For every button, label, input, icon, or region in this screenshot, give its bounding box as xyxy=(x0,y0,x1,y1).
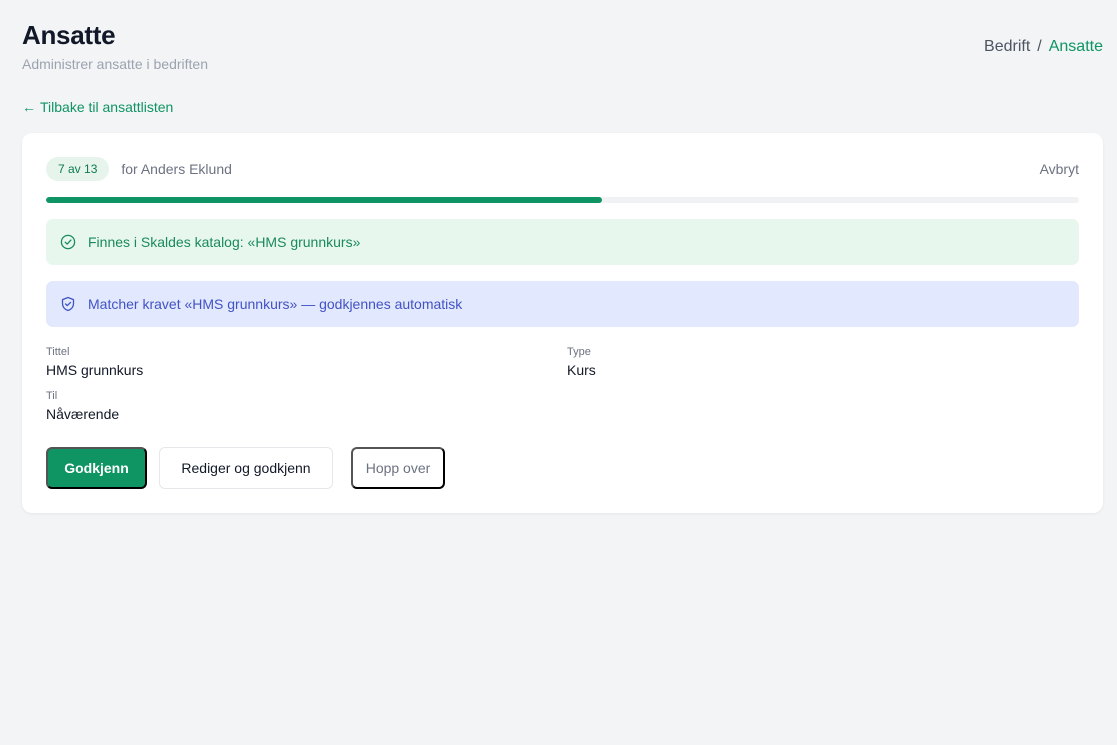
page-header: Ansatte Administrer ansatte i bedriften xyxy=(22,20,208,73)
shield-check-icon xyxy=(61,296,75,312)
field-to: Til Nåværende xyxy=(46,389,119,423)
catalog-match-alert: Finnes i Skaldes katalog: «HMS grunnkurs… xyxy=(46,219,1079,265)
requirement-match-text: Matcher kravet «HMS grunnkurs» — godkjen… xyxy=(88,296,463,312)
catalog-match-text: Finnes i Skaldes katalog: «HMS grunnkurs… xyxy=(88,234,361,250)
field-type-value: Kurs xyxy=(567,362,596,378)
arrow-left-icon: ← xyxy=(22,99,36,115)
step-row: 7 av 13 for Anders Eklund Avbryt xyxy=(46,157,1079,181)
page: Ansatte Administrer ansatte i bedriften … xyxy=(0,0,1117,745)
field-to-value: Nåværende xyxy=(46,406,120,422)
field-title-label: Tittel xyxy=(46,346,70,358)
edit-and-approve-button[interactable]: Rediger og godkjenn xyxy=(159,447,333,489)
breadcrumb-item-ansatte: Ansatte xyxy=(1048,38,1103,55)
skip-button[interactable]: Hopp over xyxy=(351,447,445,489)
review-card: 7 av 13 for Anders Eklund Avbryt Finnes … xyxy=(22,133,1103,513)
progress-bar xyxy=(46,197,1079,203)
back-link-label: Tilbake til ansattlisten xyxy=(40,99,174,115)
field-type-label: Type xyxy=(567,346,591,358)
cancel-button[interactable]: Avbryt xyxy=(1040,161,1079,177)
requirement-match-alert: Matcher kravet «HMS grunnkurs» — godkjen… xyxy=(46,281,1079,327)
field-to-label: Til xyxy=(46,390,58,402)
breadcrumb: Bedrift / Ansatte xyxy=(984,37,1103,57)
page-title: Ansatte xyxy=(22,20,116,50)
breadcrumb-separator: / xyxy=(1037,38,1042,55)
field-type: Type Kurs xyxy=(567,345,596,379)
progress-bar-fill xyxy=(46,197,602,203)
page-subtitle: Administrer ansatte i bedriften xyxy=(22,56,208,72)
step-counter-badge: 7 av 13 xyxy=(46,157,110,181)
back-to-employee-list-link[interactable]: ← Tilbake til ansattlisten xyxy=(22,98,173,116)
field-title-value: HMS grunnkurs xyxy=(46,362,144,378)
approve-button[interactable]: Godkjenn xyxy=(46,447,147,489)
breadcrumb-item-bedrift[interactable]: Bedrift xyxy=(984,37,1030,57)
check-circle-icon xyxy=(60,234,76,250)
employee-name-label: for Anders Eklund xyxy=(121,161,232,177)
field-title: Tittel HMS grunnkurs xyxy=(46,345,143,379)
